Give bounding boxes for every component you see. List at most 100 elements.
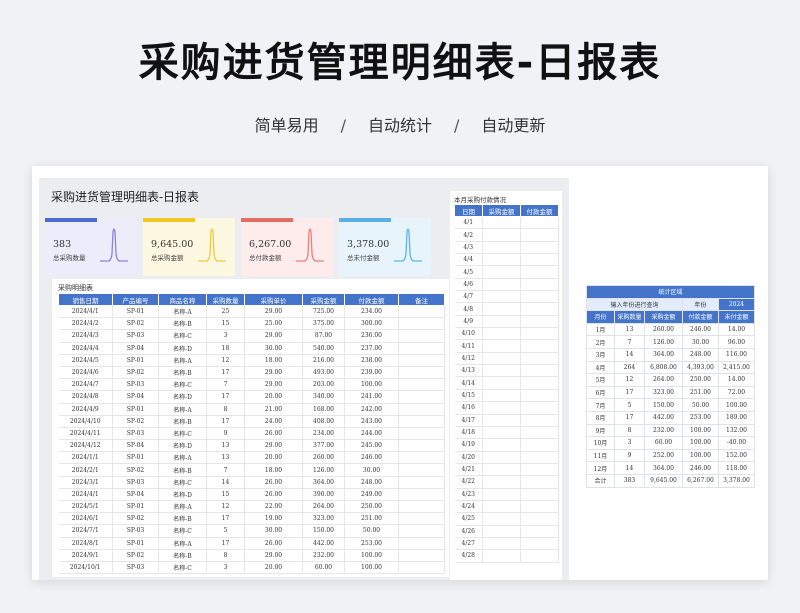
table-cell[interactable]: 9 [206, 427, 245, 441]
table-cell[interactable]: 2024/10/1 [58, 561, 113, 575]
table-cell[interactable]: 232.00 [644, 423, 683, 438]
purchase-amount-cell[interactable] [482, 278, 521, 292]
table-cell[interactable]: 1月 [586, 322, 615, 337]
table-cell[interactable] [398, 305, 445, 319]
paid-amount-cell[interactable] [520, 401, 559, 415]
paid-amount-cell[interactable] [520, 339, 559, 353]
table-cell[interactable]: 2024/2/1 [58, 463, 113, 477]
purchase-amount-cell[interactable] [482, 352, 521, 366]
table-cell[interactable]: 14.00 [717, 322, 756, 337]
table-cell[interactable]: 名称-B [158, 549, 207, 562]
purchase-amount-cell[interactable] [482, 414, 521, 427]
date-cell[interactable]: 4/26 [454, 525, 483, 538]
date-cell[interactable]: 4/27 [454, 537, 483, 551]
date-cell[interactable]: 4/7 [454, 290, 483, 304]
table-cell[interactable]: 246.00 [682, 322, 719, 337]
table-cell[interactable] [398, 403, 445, 416]
table-cell[interactable]: SP-01 [112, 537, 159, 550]
table-cell[interactable]: 300.00 [344, 317, 399, 331]
table-cell[interactable]: 29.00 [244, 378, 303, 392]
table-cell[interactable]: 87.00 [302, 329, 345, 343]
table-cell[interactable]: 2024/4/2 [58, 317, 113, 331]
date-cell[interactable]: 4/25 [454, 512, 483, 526]
table-cell[interactable]: 30.00 [244, 342, 303, 355]
table-cell[interactable]: 12 [206, 354, 245, 367]
table-cell[interactable]: SP-03 [112, 561, 159, 575]
table-cell[interactable]: 30.00 [244, 524, 303, 538]
paid-amount-cell[interactable] [520, 549, 559, 563]
table-cell[interactable]: 7 [206, 378, 245, 392]
table-cell[interactable]: 3月 [586, 347, 615, 362]
table-cell[interactable]: 名称-C [158, 427, 207, 441]
table-cell[interactable]: SP-01 [112, 403, 159, 416]
table-cell[interactable]: SP-01 [112, 305, 159, 319]
table-cell[interactable]: 2024/4/9 [58, 403, 113, 416]
purchase-amount-cell[interactable] [482, 500, 521, 514]
table-cell[interactable]: 7 [206, 463, 245, 477]
table-cell[interactable]: 名称-B [158, 366, 207, 380]
date-cell[interactable]: 4/9 [454, 315, 483, 329]
table-cell[interactable]: 9 [614, 448, 645, 463]
table-cell[interactable]: SP-03 [112, 427, 159, 441]
table-cell[interactable]: 242.00 [344, 403, 399, 416]
table-cell[interactable]: 13 [614, 322, 645, 337]
table-cell[interactable]: 234.00 [302, 427, 345, 441]
table-cell[interactable]: 244.00 [344, 427, 399, 441]
table-cell[interactable]: 2024/4/8 [58, 390, 113, 404]
table-cell[interactable]: SP-02 [112, 366, 159, 380]
paid-amount-cell[interactable] [520, 352, 559, 366]
table-cell[interactable]: 364.00 [644, 461, 683, 475]
table-cell[interactable]: 20.00 [244, 390, 303, 404]
table-cell[interactable]: 12 [206, 500, 245, 514]
table-cell[interactable]: 2024/9/1 [58, 549, 113, 562]
table-cell[interactable]: 17 [206, 415, 245, 428]
table-cell[interactable]: 2024/7/1 [58, 524, 113, 538]
table-cell[interactable]: 239.00 [344, 366, 399, 380]
table-cell[interactable]: 2024/1/1 [58, 451, 113, 465]
table-cell[interactable]: 名称-A [158, 403, 207, 416]
purchase-amount-cell[interactable] [482, 327, 521, 341]
table-cell[interactable]: 442.00 [644, 410, 683, 425]
date-cell[interactable]: 4/8 [454, 302, 483, 316]
table-cell[interactable]: 8月 [586, 410, 615, 425]
table-cell[interactable]: SP-03 [112, 378, 159, 392]
purchase-amount-cell[interactable] [482, 364, 521, 378]
table-cell[interactable]: 232.00 [302, 549, 345, 562]
purchase-amount-cell[interactable] [482, 475, 521, 489]
table-cell[interactable]: 26.00 [244, 537, 303, 550]
paid-amount-cell[interactable] [520, 290, 559, 304]
table-cell[interactable]: SP-02 [112, 512, 159, 526]
table-cell[interactable]: 168.00 [302, 403, 345, 416]
table-cell[interactable]: SP-02 [112, 415, 159, 428]
paid-amount-cell[interactable] [520, 451, 559, 464]
table-cell[interactable]: SP-04 [112, 390, 159, 404]
table-cell[interactable]: 2024/4/6 [58, 366, 113, 380]
purchase-amount-cell[interactable] [482, 488, 521, 501]
table-cell[interactable]: 4月 [586, 360, 615, 375]
table-cell[interactable]: 名称-D [158, 488, 207, 502]
purchase-amount-cell[interactable] [482, 376, 521, 390]
table-cell[interactable]: 50.00 [344, 524, 399, 538]
date-cell[interactable]: 4/16 [454, 401, 483, 415]
table-cell[interactable]: 9,645.00 [644, 473, 683, 488]
purchase-amount-cell[interactable] [482, 253, 521, 267]
table-cell[interactable]: 7 [614, 335, 645, 349]
table-cell[interactable]: 2024/4/3 [58, 329, 113, 343]
table-cell[interactable]: 236.00 [344, 329, 399, 343]
table-cell[interactable]: 390.00 [302, 488, 345, 502]
table-cell[interactable]: 150.00 [644, 398, 683, 412]
paid-amount-cell[interactable] [520, 302, 559, 316]
table-cell[interactable]: 251.00 [682, 385, 719, 400]
table-cell[interactable]: 253.00 [344, 537, 399, 550]
table-cell[interactable] [398, 561, 445, 575]
date-cell[interactable]: 4/14 [454, 376, 483, 390]
table-cell[interactable]: 14 [206, 476, 245, 489]
table-cell[interactable]: 2024/4/10 [58, 415, 113, 428]
date-cell[interactable]: 4/13 [454, 364, 483, 378]
table-cell[interactable]: 4,393.00 [682, 360, 719, 375]
table-cell[interactable]: 246.00 [682, 461, 719, 475]
table-cell[interactable]: 375.00 [302, 317, 345, 331]
table-cell[interactable]: 264.00 [644, 373, 683, 387]
paid-amount-cell[interactable] [520, 426, 559, 440]
date-cell[interactable]: 4/28 [454, 549, 483, 563]
